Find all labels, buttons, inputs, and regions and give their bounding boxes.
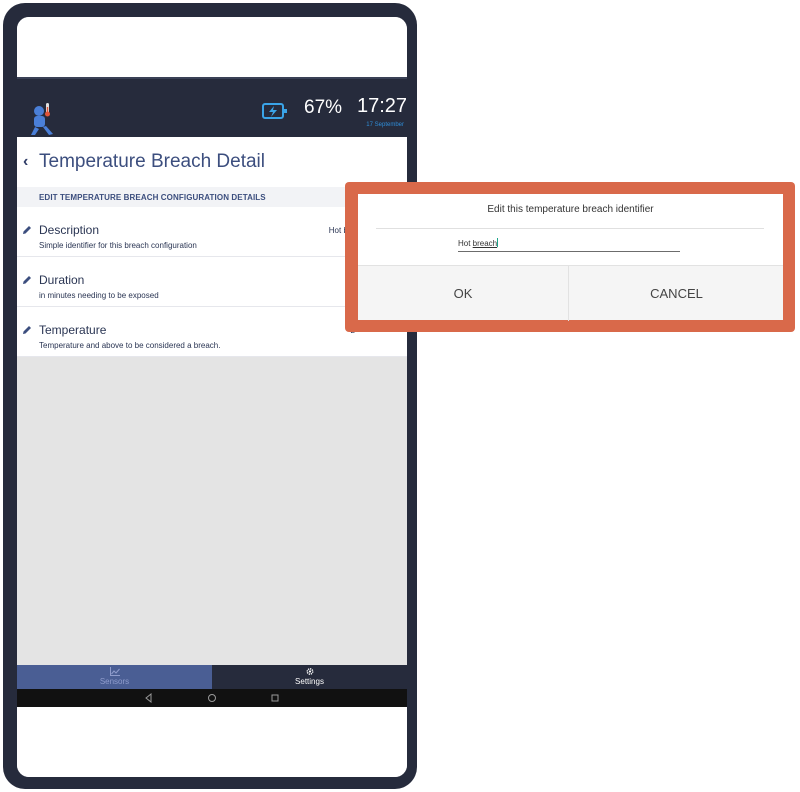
bottom-bezel xyxy=(17,707,407,777)
section-header-label: EDIT TEMPERATURE BREACH CONFIGURATION DE… xyxy=(39,193,266,202)
app-logo-icon xyxy=(31,103,53,135)
cancel-button[interactable]: CANCEL xyxy=(570,266,783,321)
tab-sensors[interactable]: Sensors xyxy=(17,665,212,689)
edit-identifier-dialog: Edit this temperature breach identifier … xyxy=(358,194,783,321)
bottom-tab-bar: Sensors Settings xyxy=(17,665,407,689)
row-label: Description xyxy=(39,223,100,237)
page-title: Temperature Breach Detail xyxy=(39,151,265,172)
identifier-input[interactable]: Hot breach xyxy=(458,236,680,252)
device-screen: 67% 17:27 17 September ‹ Temperature Bre… xyxy=(17,17,407,777)
dialog-divider xyxy=(376,228,764,229)
nav-back-icon[interactable] xyxy=(144,693,154,703)
chart-icon xyxy=(109,667,120,676)
battery-percent: 67% xyxy=(304,97,343,118)
app-header-bar: 67% 17:27 17 September xyxy=(17,77,407,137)
tab-settings-label: Settings xyxy=(295,677,324,686)
clock-time: 17:27 xyxy=(357,95,407,117)
battery-charging-icon xyxy=(262,103,287,119)
tablet-frame: 67% 17:27 17 September ‹ Temperature Bre… xyxy=(3,3,417,789)
row-description: Temperature and above to be considered a… xyxy=(39,341,221,350)
edit-pencil-icon xyxy=(23,326,31,334)
input-typed-text: breach xyxy=(472,239,498,248)
edit-pencil-icon xyxy=(23,226,31,234)
row-description: in minutes needing to be exposed xyxy=(39,291,159,300)
clock-date: 17 September xyxy=(366,122,404,128)
input-prefix-text: Hot xyxy=(458,239,473,248)
row-label: Duration xyxy=(39,273,85,287)
header-divider xyxy=(17,77,407,79)
tab-sensors-label: Sensors xyxy=(99,677,130,686)
gear-icon xyxy=(306,668,313,675)
dialog-button-bar: OK CANCEL xyxy=(358,265,783,321)
tab-settings[interactable]: Settings xyxy=(212,665,407,689)
empty-content-area xyxy=(17,357,407,665)
dialog-title: Edit this temperature breach identifier xyxy=(487,204,654,215)
text-caret xyxy=(497,238,499,247)
page-header: ‹ Temperature Breach Detail xyxy=(17,137,407,187)
ok-button[interactable]: OK xyxy=(358,266,569,321)
top-bezel xyxy=(17,17,407,67)
back-chevron-icon[interactable]: ‹ xyxy=(23,153,28,171)
android-nav-bar xyxy=(17,689,407,707)
row-description: Simple identifier for this breach config… xyxy=(39,241,197,250)
nav-home-icon[interactable] xyxy=(207,693,217,703)
row-label: Temperature xyxy=(39,323,107,337)
nav-recents-icon[interactable] xyxy=(270,693,280,703)
edit-pencil-icon xyxy=(23,276,31,284)
